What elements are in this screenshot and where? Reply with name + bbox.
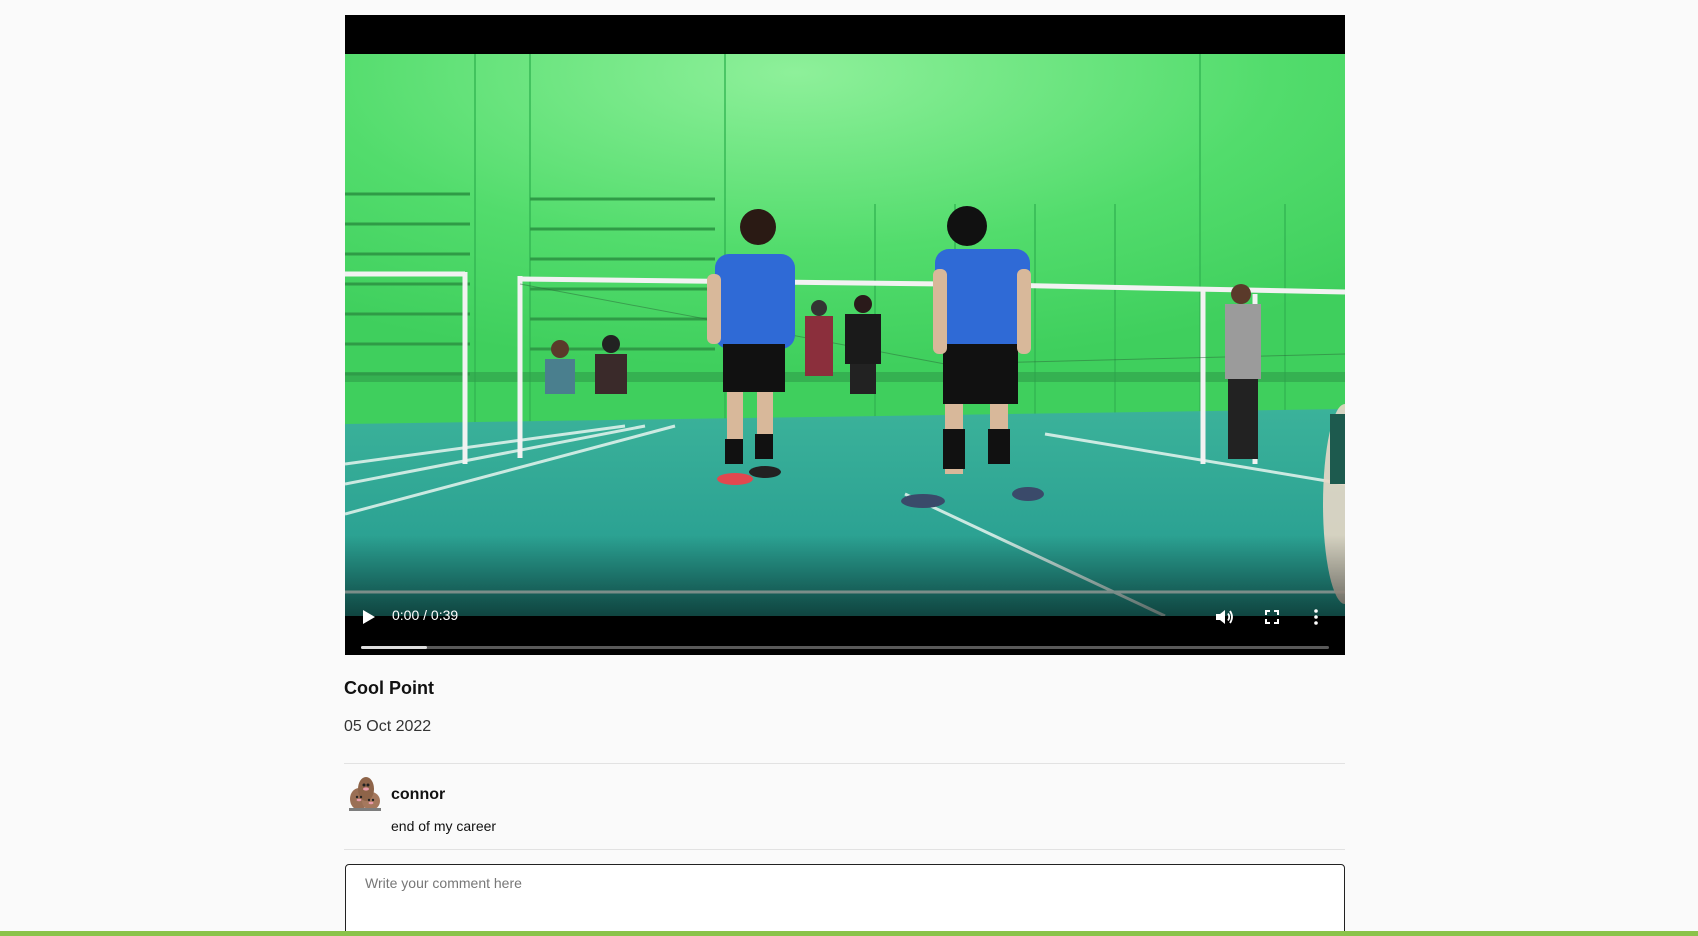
seek-buffered <box>361 646 427 649</box>
post-date: 05 Oct 2022 <box>344 718 432 735</box>
fullscreen-icon <box>1265 610 1279 624</box>
video-thumbnail <box>345 54 1345 616</box>
comment-avatar <box>347 775 383 811</box>
video-player[interactable]: 0:00 / 0:39 <box>345 15 1345 655</box>
controls-gradient <box>345 535 1345 616</box>
play-button[interactable] <box>357 605 381 629</box>
divider <box>344 763 1345 764</box>
video-frame[interactable] <box>345 54 1345 616</box>
fullscreen-button[interactable] <box>1260 605 1284 629</box>
accent-bar <box>0 931 1698 936</box>
volume-button[interactable] <box>1212 605 1238 629</box>
page: 0:00 / 0:39 Cool Point 05 Oct 2022 conno… <box>0 0 1698 936</box>
seek-bar[interactable] <box>361 646 1329 649</box>
post-title: Cool Point <box>344 678 434 698</box>
avatar-icon <box>349 777 381 811</box>
divider <box>344 849 1345 850</box>
more-vertical-icon <box>1314 609 1318 625</box>
more-options-button[interactable] <box>1308 605 1324 629</box>
comment-text: end of my career <box>391 818 497 834</box>
time-display-text: 0:00 / 0:39 <box>392 607 459 623</box>
time-display: 0:00 / 0:39 <box>392 607 458 623</box>
play-icon <box>363 610 375 624</box>
comment-author[interactable]: connor <box>391 786 445 804</box>
comment-input[interactable] <box>345 864 1345 936</box>
volume-icon <box>1216 610 1233 624</box>
